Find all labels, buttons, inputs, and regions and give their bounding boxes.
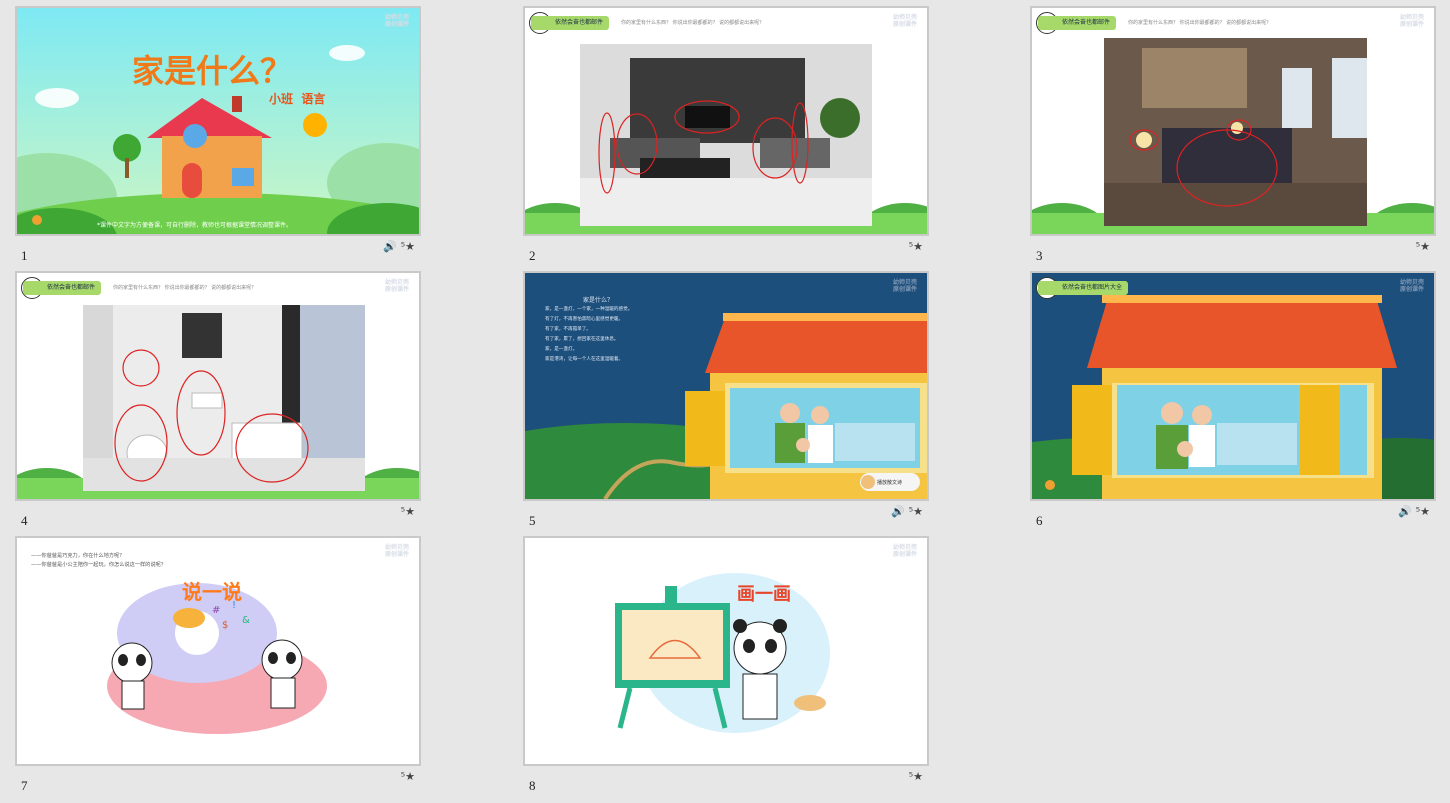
svg-text:#: # [212,605,220,616]
slide-indicator-icons: ⁵★ [401,505,415,518]
star-transition-icon: ⁵★ [1415,505,1430,518]
poem-line: 家，是一盏灯，一个家，一种温暖的感觉。 [545,307,633,312]
slide-indicator-icons: 🔊 ⁵★ [383,240,415,253]
slide-title: 画一画 [737,584,791,605]
slide-indicator-icons: ⁵★ [909,770,923,783]
star-transition-icon: ⁵★ [400,770,415,783]
star-transition-icon: ⁵★ [400,240,415,253]
slide-thumbnail-2[interactable]: 依然会奋也都邮件 你的家里有什么东西？ 你说出你最都都的？ 说的都都说出来呢？ … [523,6,929,270]
svg-text:$: $ [222,620,228,631]
slide-number: 5 [529,513,536,528]
poem-title: 家是什么？ [583,297,614,304]
slide-number: 4 [21,513,28,528]
slide-title: 说一说 [182,580,242,604]
speaker-icon: 🔊 [891,505,905,518]
slide-thumbnail-7[interactable]: ! $ & # ——你爸爸是巧克力，你在什么地方呢？ ——你爸爸是小公主陪你一起… [15,536,421,800]
poem-line: 有了家，累了，想回家在这里休息。 [545,337,619,342]
brand-logo: 幼师贝壳 原创课件 [892,544,917,558]
prompt-line: ——你爸爸是小公主陪你一起玩，你怎么说这一样的说呢？ [31,562,166,568]
brand-logo: 幼师贝壳 原创课件 [384,14,409,28]
star-transition-icon: ⁵★ [908,505,923,518]
slide-8-illustration [615,573,830,733]
slide-number: 6 [1036,513,1043,528]
slide-note: *课件中文字为方便备课，可自行删除，教师也可根据课堂情况调整课件。 [97,222,293,229]
brand-logo: 幼师贝壳 原创课件 [892,14,917,28]
slide-frame: 家是什么？ 小班 语言 *课件中文字为方便备课，可自行删除，教师也可根据课堂情况… [15,6,421,236]
slide-thumbnail-1[interactable]: 家是什么？ 小班 语言 *课件中文字为方便备课，可自行删除，教师也可根据课堂情况… [15,6,421,270]
slide-number: 1 [21,248,28,263]
slide-indicator-icons: ⁵★ [1416,240,1430,253]
svg-text:&: & [242,615,250,626]
speaker-icon: 🔊 [1398,505,1412,518]
prompt-line: ——你爸爸是巧克力，你在什么地方呢？ [31,553,125,559]
header-question: 你的家里有什么东西？ 你说出你最都都的？ 说的都都说出来呢？ [1128,20,1272,26]
slide-7-illustration: ! $ & # [107,583,327,734]
slide-indicator-icons: 🔊 ⁵★ [891,505,923,518]
slide-4-illustration [17,305,419,499]
brand-logo: 幼师贝壳 原创课件 [384,544,409,558]
slide-thumbnail-6[interactable]: 依然会奋也都图片大全 幼师贝壳 原创课件 6 🔊 ⁵★ [1030,271,1436,535]
slide-frame: 画一画 幼师贝壳 原创课件 [523,536,929,766]
poem-line: 有了家，不再孤单了。 [545,327,591,332]
slide-thumbnail-5[interactable]: 家是什么？ 家，是一盏灯，一个家，一种温暖的感觉。 有了灯，不再害怕黑暗心里感觉… [523,271,929,535]
slide-indicator-icons: ⁵★ [401,770,415,783]
slide-title: 家是什么？ [132,53,293,89]
slide-frame: 家是什么？ 家，是一盏灯，一个家，一种温暖的感觉。 有了灯，不再害怕黑暗心里感觉… [523,271,929,501]
speaker-icon: 🔊 [383,240,397,253]
slide-frame: 依然会奋也都邮件 你的家里有什么东西？ 你说出你最都都的？ 说的都都说出来呢？ … [15,271,421,501]
slide-6-illustration [1032,273,1434,499]
prompt-lines: ——你爸爸是巧克力，你在什么地方呢？ ——你爸爸是小公主陪你一起玩，你怎么说这一… [31,552,166,570]
slide-frame: 依然会奋也都邮件 你的家里有什么东西？ 你说出你最都都的？ 说的都都说出来呢？ … [1030,6,1436,236]
slide-thumbnail-3[interactable]: 依然会奋也都邮件 你的家里有什么东西？ 你说出你最都都的？ 说的都都说出来呢？ … [1030,6,1436,270]
header-pill: 依然会奋也都图片大全 [1038,281,1129,295]
slide-indicator-icons: 🔊 ⁵★ [1398,505,1430,518]
header-pill: 依然会奋也都邮件 [23,281,102,295]
star-transition-icon: ⁵★ [1415,240,1430,253]
header-pill: 依然会奋也都邮件 [531,16,610,30]
brand-logo: 幼师贝壳 原创课件 [1399,279,1424,293]
brand-logo: 幼师贝壳 原创课件 [1399,14,1424,28]
slide-frame: 依然会奋也都图片大全 幼师贝壳 原创课件 [1030,271,1436,501]
slide-number: 8 [529,778,536,793]
header-question: 你的家里有什么东西？ 你说出你最都都的？ 说的都都说出来呢？ [621,20,765,26]
slide-thumbnail-4[interactable]: 依然会奋也都邮件 你的家里有什么东西？ 你说出你最都都的？ 说的都都说出来呢？ … [15,271,421,535]
slide-2-illustration [525,44,927,234]
slide-number: 7 [21,778,28,793]
play-poem-button[interactable]: 播放散文诗 [877,479,902,486]
slide-thumbnail-8[interactable]: 画一画 幼师贝壳 原创课件 8 ⁵★ [523,536,929,800]
poem-line: 家是港湾，让每一个人在这里温暖着。 [545,357,624,362]
star-transition-icon: ⁵★ [908,240,923,253]
brand-logo: 幼师贝壳 原创课件 [892,279,917,293]
slide-subtitle: 小班 语言 [269,92,326,106]
poem-line: 家，是一盏灯。 [545,347,578,352]
header-question: 你的家里有什么东西？ 你说出你最都都的？ 说的都都说出来呢？ [113,285,257,291]
slide-number: 3 [1036,248,1043,263]
slide-1-illustration [17,8,419,234]
brand-logo: 幼师贝壳 原创课件 [384,279,409,293]
slide-number: 2 [529,248,536,263]
poem-line: 有了灯，不再害怕黑暗心里感觉更暖。 [545,317,624,322]
slide-frame: ! $ & # ——你爸爸是巧克力，你在什么地方呢？ ——你爸爸是小公主陪你一起… [15,536,421,766]
star-transition-icon: ⁵★ [400,505,415,518]
header-pill: 依然会奋也都邮件 [1038,16,1117,30]
poem-text: 家，是一盏灯，一个家，一种温暖的感觉。 有了灯，不再害怕黑暗心里感觉更暖。 有了… [545,305,632,365]
star-transition-icon: ⁵★ [908,770,923,783]
slide-frame: 依然会奋也都邮件 你的家里有什么东西？ 你说出你最都都的？ 说的都都说出来呢？ … [523,6,929,236]
slide-3-illustration [1032,38,1434,234]
slide-indicator-icons: ⁵★ [909,240,923,253]
